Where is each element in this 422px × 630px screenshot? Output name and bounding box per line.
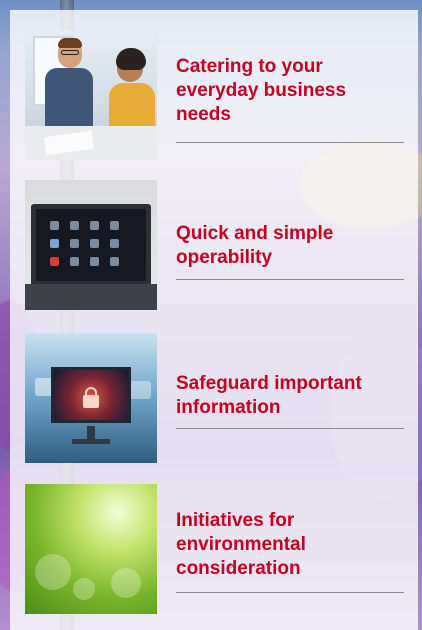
feature-title[interactable]: Initiatives for environmental considerat… bbox=[176, 509, 406, 581]
bokeh-light bbox=[111, 568, 141, 598]
glasses bbox=[61, 50, 79, 55]
title-line: environmental bbox=[176, 534, 306, 555]
feature-card-business-needs[interactable]: Catering to your everyday business needs bbox=[25, 30, 406, 160]
app-tile-icon bbox=[90, 257, 99, 266]
printer-panel-image bbox=[25, 180, 157, 310]
title-line: operability bbox=[176, 247, 273, 268]
monitor-base bbox=[72, 439, 110, 444]
title-line: consideration bbox=[176, 558, 301, 579]
app-tile-icon bbox=[50, 239, 59, 248]
lock-icon bbox=[83, 395, 99, 408]
feature-card-operability[interactable]: Quick and simple operability bbox=[25, 180, 406, 310]
app-tile-icon bbox=[110, 239, 119, 248]
app-tile-icon bbox=[70, 239, 79, 248]
divider bbox=[176, 142, 404, 143]
app-tile-icon bbox=[90, 239, 99, 248]
divider bbox=[176, 592, 404, 593]
app-tile-icon bbox=[110, 221, 119, 230]
app-tile-icon bbox=[50, 257, 59, 266]
feature-card-environment[interactable]: Initiatives for environmental considerat… bbox=[25, 484, 406, 614]
title-line: Initiatives for bbox=[176, 510, 295, 531]
title-line: Catering to your bbox=[176, 56, 323, 77]
feature-title[interactable]: Quick and simple operability bbox=[176, 222, 406, 270]
divider bbox=[176, 428, 404, 429]
touch-screen bbox=[31, 204, 151, 286]
app-tile-icon bbox=[110, 257, 119, 266]
title-line: everyday business bbox=[176, 80, 347, 101]
app-tile-icon bbox=[90, 221, 99, 230]
title-line: needs bbox=[176, 104, 231, 125]
feature-title[interactable]: Catering to your everyday business needs bbox=[176, 55, 406, 127]
business-meeting-image bbox=[25, 30, 157, 160]
page: Catering to your everyday business needs bbox=[0, 0, 422, 630]
feature-title[interactable]: Safeguard important information bbox=[176, 372, 406, 420]
man-body bbox=[45, 68, 93, 130]
bokeh-light bbox=[35, 554, 71, 590]
title-line: Quick and simple bbox=[176, 223, 334, 244]
woman-hair bbox=[116, 48, 146, 70]
green-bokeh-image bbox=[25, 484, 157, 614]
security-monitor-image bbox=[25, 333, 157, 463]
app-tile-icon bbox=[70, 257, 79, 266]
glow-window bbox=[129, 381, 151, 399]
bokeh-light bbox=[73, 578, 95, 600]
monitor-stand bbox=[87, 426, 95, 440]
divider bbox=[176, 279, 404, 280]
app-tile-icon bbox=[50, 221, 59, 230]
man-hair bbox=[58, 38, 82, 48]
feature-card-security[interactable]: Safeguard important information bbox=[25, 333, 406, 463]
title-line: information bbox=[176, 397, 281, 418]
printer-base bbox=[25, 284, 157, 310]
title-line: Safeguard important bbox=[176, 373, 362, 394]
app-tile-icon bbox=[70, 221, 79, 230]
